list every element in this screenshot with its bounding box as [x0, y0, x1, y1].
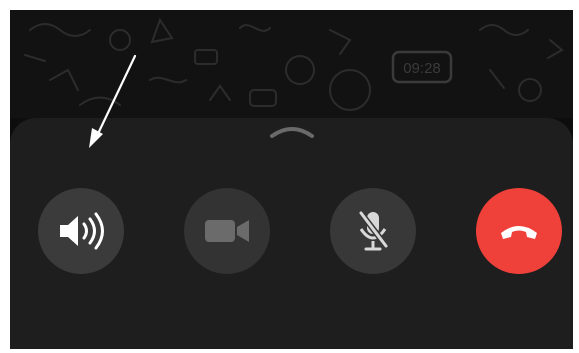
annotation-arrow-icon: [89, 54, 137, 148]
